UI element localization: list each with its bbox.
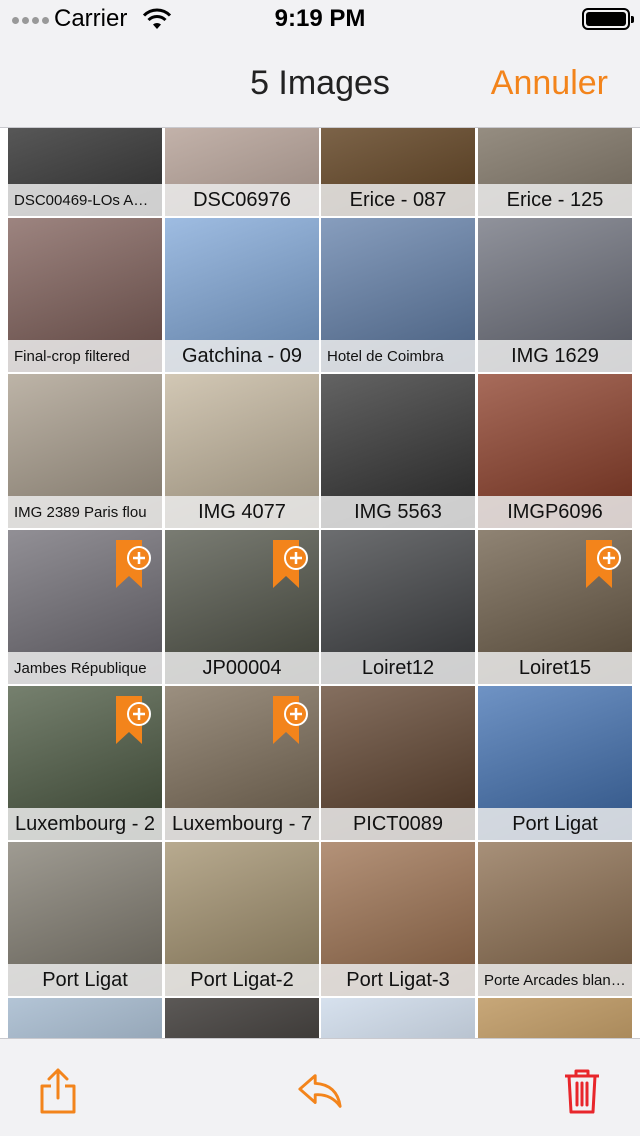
image-tile[interactable]: DSC06976 [165, 128, 319, 216]
add-bookmark-icon[interactable] [586, 540, 622, 588]
image-thumbnail [8, 998, 162, 1038]
trash-icon [565, 1069, 599, 1114]
image-tile[interactable] [321, 998, 475, 1038]
image-caption: Final-crop filtered [8, 340, 162, 372]
image-caption: Loiret15 [478, 652, 632, 684]
image-tile[interactable]: Loiret12 [321, 530, 475, 684]
image-caption: JP00004 [165, 652, 319, 684]
image-tile[interactable]: Erice - 125 [478, 128, 632, 216]
image-caption: DSC06976 [165, 184, 319, 216]
add-bookmark-icon[interactable] [116, 696, 152, 744]
image-caption: IMG 2389 Paris flou [8, 496, 162, 528]
image-tile[interactable]: Porte Arcades blanc… [478, 842, 632, 996]
image-tile[interactable]: Port Ligat-2 [165, 842, 319, 996]
image-caption: Hotel de Coimbra [321, 340, 475, 372]
image-tile[interactable]: Final-crop filtered [8, 218, 162, 372]
image-tile[interactable]: Gatchina - 09 [165, 218, 319, 372]
image-tile[interactable]: DSC00469-LOs Ang… [8, 128, 162, 216]
image-thumbnail [478, 998, 632, 1038]
image-caption: IMGP6096 [478, 496, 632, 528]
cancel-button[interactable]: Annuler [491, 64, 608, 103]
image-tile[interactable]: IMG 2389 Paris flou [8, 374, 162, 528]
bottom-toolbar [0, 1038, 640, 1136]
image-caption: IMG 4077 [165, 496, 319, 528]
image-caption: Luxembourg - 7 [165, 808, 319, 840]
image-tile[interactable]: IMG 5563 [321, 374, 475, 528]
image-tile[interactable]: Port Ligat [478, 686, 632, 840]
image-tile[interactable]: IMG 4077 [165, 374, 319, 528]
status-bar: Carrier 9:19 PM [0, 0, 640, 40]
image-tile[interactable]: IMG 1629 [478, 218, 632, 372]
image-caption: Port Ligat [478, 808, 632, 840]
image-tile[interactable]: Erice - 087 [321, 128, 475, 216]
share-icon [40, 1068, 76, 1114]
image-caption: IMG 5563 [321, 496, 475, 528]
add-bookmark-icon[interactable] [273, 696, 309, 744]
reply-icon [298, 1074, 342, 1108]
image-tile[interactable]: Hotel de Coimbra [321, 218, 475, 372]
image-tile[interactable]: Jambes République [8, 530, 162, 684]
add-bookmark-icon[interactable] [116, 540, 152, 588]
delete-button[interactable] [558, 1065, 606, 1117]
image-tile[interactable]: JP00004 [165, 530, 319, 684]
image-tile[interactable]: Port Ligat-3 [321, 842, 475, 996]
image-tile[interactable] [165, 998, 319, 1038]
clock: 9:19 PM [274, 5, 366, 32]
image-thumbnail [165, 998, 319, 1038]
image-caption: Port Ligat-3 [321, 964, 475, 996]
image-tile[interactable]: Luxembourg - 7 [165, 686, 319, 840]
image-caption: Erice - 125 [478, 184, 632, 216]
image-caption: Loiret12 [321, 652, 475, 684]
image-caption: PICT0089 [321, 808, 475, 840]
image-caption: Jambes République [8, 652, 162, 684]
image-tile[interactable]: Loiret15 [478, 530, 632, 684]
reply-button[interactable] [296, 1065, 344, 1117]
image-tile[interactable] [478, 998, 632, 1038]
image-tile[interactable] [8, 998, 162, 1038]
image-tile[interactable]: Port Ligat [8, 842, 162, 996]
share-button[interactable] [34, 1065, 82, 1117]
image-caption: IMG 1629 [478, 340, 632, 372]
image-caption: Luxembourg - 2 [8, 808, 162, 840]
image-caption: DSC00469-LOs Ang… [8, 184, 162, 216]
image-thumbnail [321, 998, 475, 1038]
image-tile[interactable]: Luxembourg - 2 [8, 686, 162, 840]
battery-icon [582, 8, 634, 30]
image-caption: Gatchina - 09 [165, 340, 319, 372]
image-caption: Erice - 087 [321, 184, 475, 216]
image-caption: Port Ligat-2 [165, 964, 319, 996]
navigation-bar: 5 Images Annuler [0, 40, 640, 128]
image-caption: Porte Arcades blanc… [478, 964, 632, 996]
image-grid: DSC00469-LOs Ang… DSC06976 Erice - 087 Eric… [0, 128, 640, 1038]
image-caption: Port Ligat [8, 964, 162, 996]
image-tile[interactable]: PICT0089 [321, 686, 475, 840]
image-tile[interactable]: IMGP6096 [478, 374, 632, 528]
add-bookmark-icon[interactable] [273, 540, 309, 588]
